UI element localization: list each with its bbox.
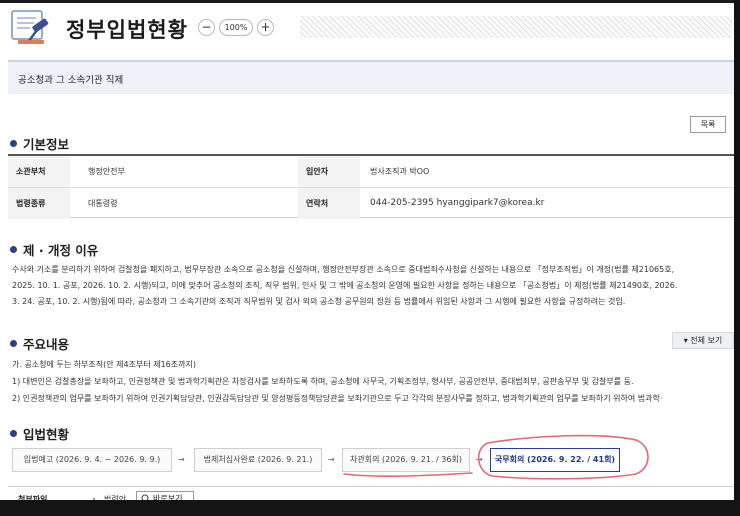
bullet-icon	[10, 246, 17, 253]
zoom-control: − 100% +	[198, 19, 274, 36]
table-cell: 행정안전부	[88, 167, 125, 176]
bullet-icon	[10, 140, 17, 147]
table-header-cell: 소관부처	[8, 156, 70, 187]
section-title: 입법현황	[23, 427, 70, 442]
stage-pre-announcement: 입법예고 (2026. 9. 4. ~ 2026. 9. 9.)	[12, 448, 172, 472]
section-basic-info: 기본정보	[10, 134, 69, 153]
section-title: 주요내용	[23, 337, 70, 352]
text-line: 가. 공소청에 두는 하부조직(안 제4조부터 제16조까지)	[12, 360, 196, 369]
zoom-in-button[interactable]: +	[257, 19, 274, 36]
table-header-cell: 법령종류	[8, 188, 70, 219]
table-header-cell: 입안자	[298, 156, 360, 187]
arrow-icon: →	[178, 455, 185, 464]
text-line: 2025. 10. 1. 공포, 2026. 10. 2. 시행)되고, 이에 …	[12, 281, 678, 290]
view-all-button[interactable]: ▾ 전체 보기	[672, 332, 734, 349]
text-line: 1) 대변인은 검찰총장을 보좌하고, 인권정책관 및 법과학기획관은 차장검사…	[12, 377, 634, 386]
window-top-border	[0, 0, 740, 3]
zoom-out-button[interactable]: −	[198, 19, 215, 36]
zoom-level: 100%	[219, 19, 253, 36]
header-pattern	[300, 16, 732, 38]
section-reason: 제 · 개정 이유	[10, 240, 98, 259]
window-right-border	[734, 0, 740, 516]
reason-text: 수사와 기소를 분리하기 위하여 검찰청을 폐지하고, 법무부장관 소속으로 공…	[12, 262, 728, 310]
legislation-stages: 입법예고 (2026. 9. 4. ~ 2026. 9. 9.) → 법제처심사…	[8, 444, 734, 476]
table-header-cell: 연락처	[298, 188, 360, 219]
table-cell: 대통령령	[88, 199, 118, 208]
text-line: 2) 인권정책관의 업무를 보좌하기 위하여 인권기획담당관, 인권감독담당관 …	[12, 394, 663, 403]
list-button[interactable]: 목록	[690, 116, 726, 133]
section-title: 제 · 개정 이유	[23, 243, 99, 258]
bullet-icon	[10, 340, 17, 347]
page-title: 정부입법현황	[66, 18, 188, 42]
text-line: 3. 24. 공포, 10. 2. 시행)됨에 따라, 공소청과 그 소속기관의…	[12, 297, 626, 306]
law-title-bar: 공소청과 그 소속기관 직제	[8, 60, 734, 94]
table-cell: 법사조직과 박OO	[370, 167, 430, 176]
gavel-logo-icon	[10, 8, 54, 46]
stage-legislation-review: 법제처심사완료 (2026. 9. 21.)	[194, 448, 322, 472]
section-legislation-status: 입법현황	[10, 424, 69, 443]
window-bottom-border	[0, 500, 740, 516]
arrow-icon: →	[476, 455, 483, 464]
basic-info-table: 소관부처 행정안전부 입안자 법사조직과 박OO 법령종류 대통령령 연락처 0…	[8, 154, 734, 219]
section-main-content: 주요내용	[10, 334, 69, 353]
contact-value: 044-205-2395 hyanggipark7@korea.kr	[370, 198, 545, 208]
table-row: 소관부처 행정안전부 입안자 법사조직과 박OO	[8, 156, 734, 187]
bullet-icon	[10, 430, 17, 437]
stage-vice-ministers-meeting: 차관회의 (2026. 9. 21. / 36회)	[342, 448, 470, 472]
table-row: 법령종류 대통령령 연락처 044-205-2395 hyanggipark7@…	[8, 187, 734, 219]
stage-cabinet-meeting: 국무회의 (2026. 9. 22. / 41회)	[490, 448, 620, 472]
section-title: 기본정보	[23, 137, 70, 152]
main-content-text: 가. 공소청에 두는 하부조직(안 제4조부터 제16조까지) 1) 대변인은 …	[12, 356, 728, 407]
law-title: 공소청과 그 소속기관 직제	[18, 75, 124, 86]
text-line: 수사와 기소를 분리하기 위하여 검찰청을 폐지하고, 법무부장관 소속으로 공…	[12, 265, 675, 274]
arrow-icon: →	[328, 455, 335, 464]
